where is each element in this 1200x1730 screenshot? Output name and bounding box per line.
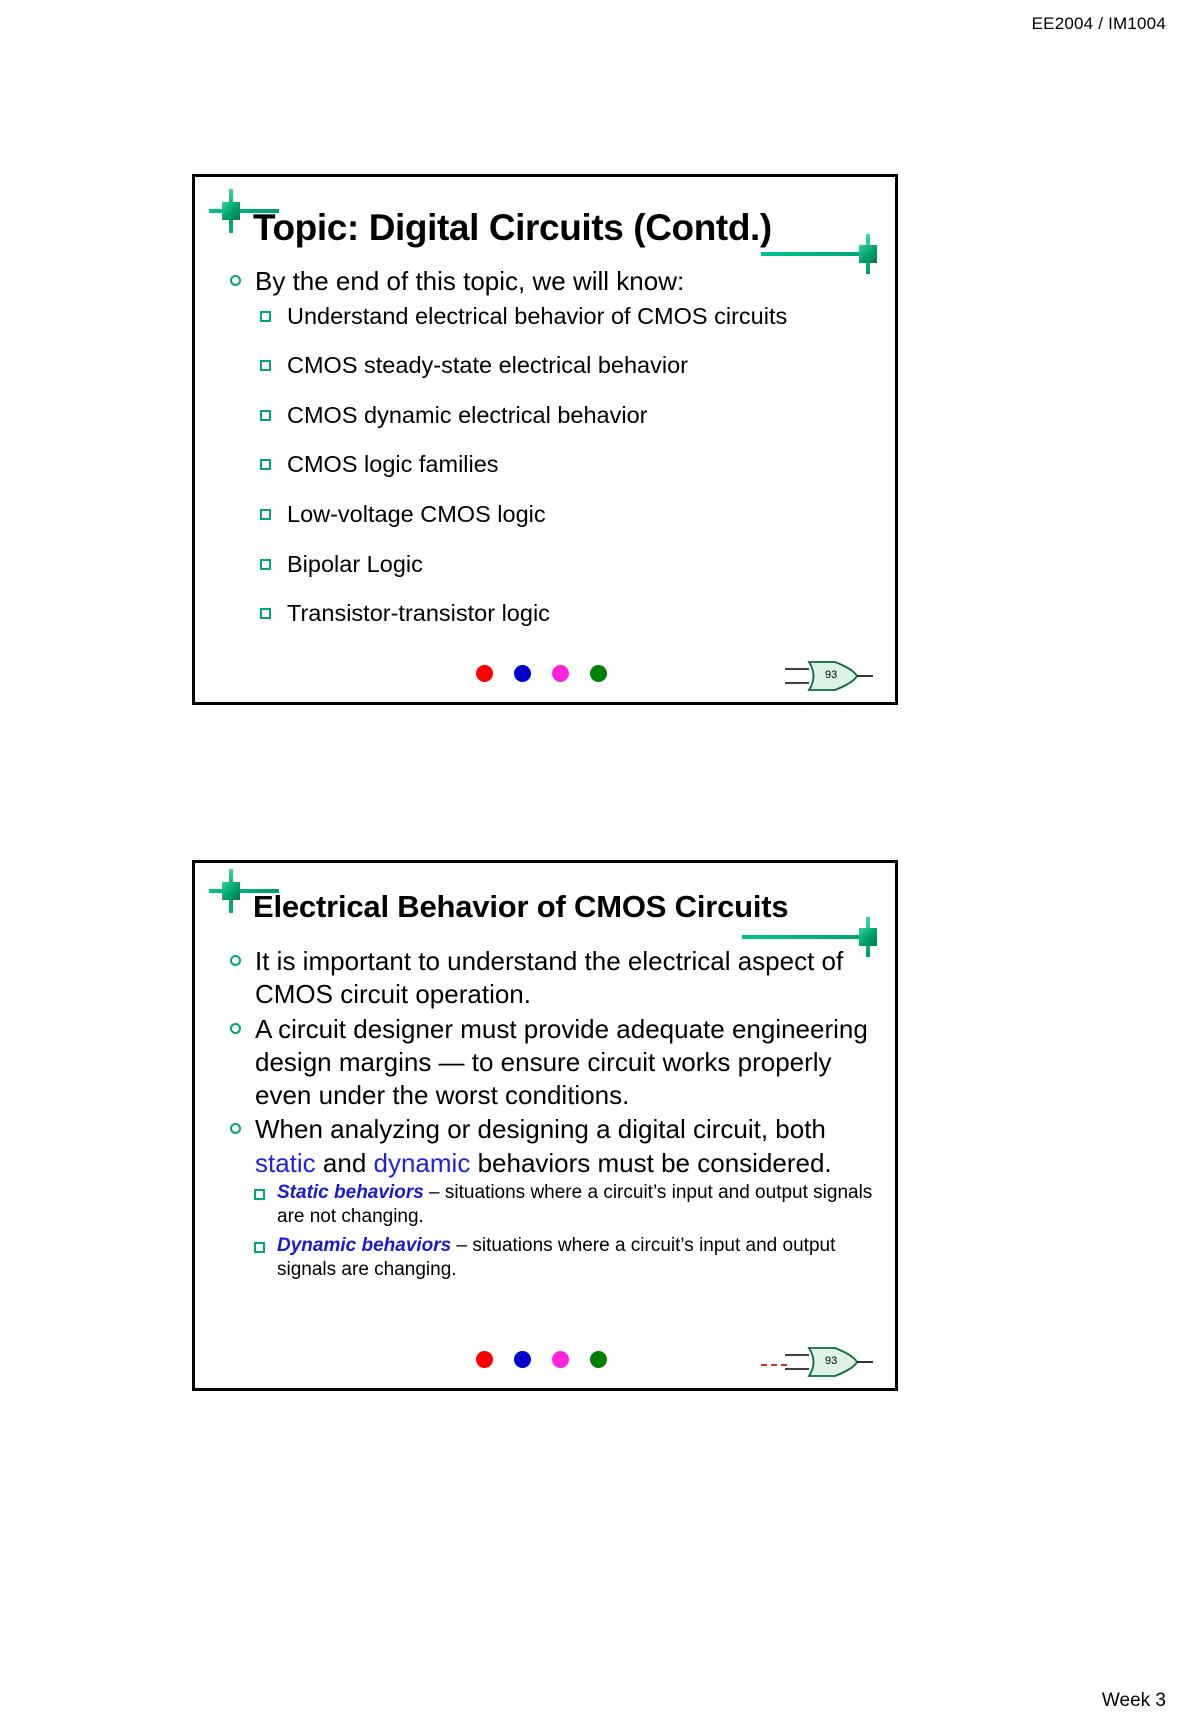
bullet-item: Transistor-transistor logic: [259, 598, 877, 629]
square-bullet-icon: [259, 355, 287, 378]
bullet-item: CMOS logic families: [259, 449, 877, 480]
bullet-text: Understand electrical behavior of CMOS c…: [287, 302, 788, 329]
bullet-item: Static behaviors – situations where a ci…: [253, 1181, 877, 1229]
slide-1-bullet-list: By the end of this topic, we will know: …: [229, 265, 877, 648]
page-number: 93: [825, 1355, 838, 1367]
title-plus-marker-icon: [209, 869, 279, 913]
footer-dot-row: [476, 1351, 607, 1368]
bullet-text: Static behaviors – situations where a ci…: [277, 1181, 873, 1227]
bullet-item: It is important to understand the electr…: [229, 945, 877, 1012]
bullet-text: Low-voltage CMOS logic: [287, 500, 546, 527]
footer-dot-green: [590, 665, 607, 682]
square-bullet-icon: [259, 454, 287, 477]
page-header-course-code: EE2004 / IM1004: [1031, 14, 1166, 33]
slide-title: Topic: Digital Circuits (Contd.): [253, 207, 772, 248]
square-bullet-icon: [259, 603, 287, 626]
bullet-text: Dynamic behaviors – situations where a c…: [277, 1234, 836, 1280]
page-footer-week: Week 3: [1101, 1690, 1166, 1711]
bullet-item: CMOS steady-state electrical behavior: [259, 350, 877, 381]
footer-dot-magenta: [552, 1351, 569, 1368]
footer-dot-blue: [514, 665, 531, 682]
bullet-text: CMOS steady-state electrical behavior: [287, 352, 688, 379]
bullet-text: When analyzing or designing a digital ci…: [255, 1114, 832, 1178]
square-bullet-icon: [259, 554, 287, 577]
bullet-text: A circuit designer must provide adequate…: [255, 1013, 868, 1111]
square-bullet-icon: [253, 1184, 277, 1207]
bullet-item: By the end of this topic, we will know:: [229, 265, 877, 299]
circle-bullet-icon: [229, 271, 255, 297]
title-plus-marker-icon: [209, 189, 279, 233]
red-dash-mark: [761, 1364, 787, 1366]
footer-dot-row: [476, 665, 607, 682]
bullet-text: CMOS logic families: [287, 451, 499, 478]
square-bullet-icon: [259, 306, 287, 329]
bullet-text: By the end of this topic, we will know:: [255, 266, 685, 296]
bullet-item: CMOS dynamic electrical behavior: [259, 400, 877, 431]
square-bullet-icon: [259, 405, 287, 428]
circle-bullet-icon: [229, 1119, 255, 1145]
bullet-item: When analyzing or designing a digital ci…: [229, 1113, 877, 1180]
bullet-text: Transistor-transistor logic: [287, 600, 550, 627]
bullet-text: CMOS dynamic electrical behavior: [287, 401, 648, 428]
slide-title: Electrical Behavior of CMOS Circuits: [253, 889, 789, 924]
bullet-text: Bipolar Logic: [287, 550, 423, 577]
bullet-item: Dynamic behaviors – situations where a c…: [253, 1234, 877, 1282]
slide-page-badge: 93: [785, 658, 873, 694]
footer-dot-blue: [514, 1351, 531, 1368]
circle-bullet-icon: [229, 1019, 255, 1045]
page-number: 93: [825, 669, 838, 681]
footer-dot-red: [476, 665, 493, 682]
bullet-item: A circuit designer must provide adequate…: [229, 1013, 877, 1113]
footer-dot-green: [590, 1351, 607, 1368]
bullet-item: Bipolar Logic: [259, 549, 877, 580]
slide-page-badge: 93: [785, 1344, 873, 1380]
square-bullet-icon: [253, 1237, 277, 1260]
slide-2-bullet-list: It is important to understand the electr…: [229, 945, 877, 1287]
square-bullet-icon: [259, 504, 287, 527]
slide-1: Topic: Digital Circuits (Contd.) By the …: [192, 174, 898, 705]
footer-dot-red: [476, 1351, 493, 1368]
bullet-item: Understand electrical behavior of CMOS c…: [259, 301, 877, 332]
footer-dot-magenta: [552, 665, 569, 682]
bullet-text: It is important to understand the electr…: [255, 946, 844, 1010]
circle-bullet-icon: [229, 951, 255, 977]
bullet-item: Low-voltage CMOS logic: [259, 499, 877, 530]
slide-2: Electrical Behavior of CMOS Circuits It …: [192, 860, 898, 1391]
